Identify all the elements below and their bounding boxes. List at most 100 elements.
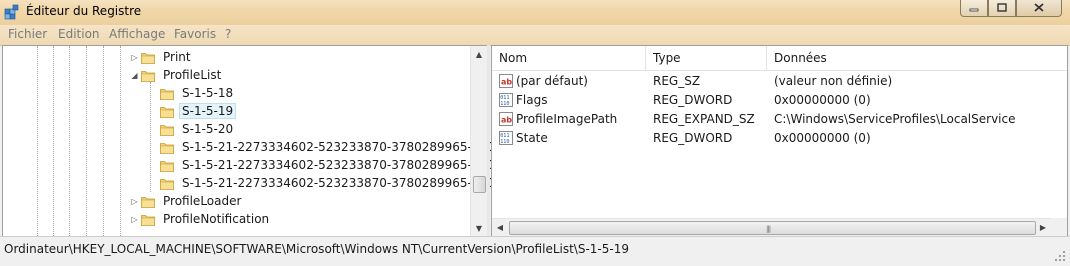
folder-icon	[160, 105, 174, 118]
value-row[interactable]: 011 110 Flags REG_DWORD 0x00000000 (0)	[492, 91, 1052, 110]
folder-icon	[141, 195, 155, 208]
value-data: (valeur non définie)	[774, 74, 893, 88]
svg-text:110: 110	[500, 101, 509, 107]
column-header-data[interactable]: Données	[767, 46, 1057, 70]
tree-item-label: S-1-5-20	[182, 122, 234, 136]
scroll-left-icon[interactable]: ◀	[492, 219, 508, 236]
scroll-up-icon[interactable]: ▲	[471, 46, 487, 62]
window-title: Éditeur du Registre	[26, 4, 142, 18]
tree-guide-line	[103, 46, 104, 236]
value-data: 0x00000000 (0)	[774, 93, 871, 107]
close-button[interactable]	[1016, 0, 1062, 17]
scroll-right-icon[interactable]: ▶	[1035, 219, 1051, 236]
folder-icon	[160, 141, 174, 154]
value-name: (par défaut)	[516, 74, 588, 88]
tree-guide-line	[53, 46, 54, 236]
collapse-arrow-icon[interactable]: ◢	[130, 71, 139, 80]
title-bar: Éditeur du Registre	[0, 0, 1070, 25]
folder-icon	[141, 213, 155, 226]
expand-arrow-icon[interactable]: ▷	[130, 53, 139, 62]
scroll-thumb[interactable]: |||	[509, 221, 1036, 235]
registry-editor-icon	[4, 4, 19, 20]
pane-splitter[interactable]	[487, 45, 490, 237]
menu-fichier[interactable]: Fichier	[8, 27, 47, 41]
binary-value-icon: 011110	[499, 93, 513, 107]
tree-item-s-1-5-18[interactable]: S-1-5-18	[160, 84, 235, 102]
svg-text:ab: ab	[501, 78, 512, 87]
tree-guide-line	[120, 46, 121, 236]
value-name: ProfileImagePath	[516, 112, 618, 126]
maximize-icon	[997, 3, 1007, 12]
tree-item-profilenotification[interactable]: ProfileNotification	[141, 210, 271, 228]
current-key-path: Ordinateur\HKEY_LOCAL_MACHINE\SOFTWARE\M…	[4, 242, 629, 256]
tree-item-label: ProfileList	[163, 68, 222, 82]
folder-icon	[160, 177, 174, 190]
value-row[interactable]: ab ProfileImagePath REG_EXPAND_SZ C:\Window…	[492, 110, 1052, 129]
minimize-button[interactable]	[960, 0, 988, 17]
value-row[interactable]: 011 110 State REG_DWORD 0x00000000 (0)	[492, 129, 1052, 148]
tree-vertical-scrollbar[interactable]: ▲ ▼	[470, 46, 487, 236]
tree-item-label: ProfileLoader	[163, 194, 242, 208]
values-pane[interactable]: Nom Type Données ab (par défaut) REG_SZ (va…	[491, 45, 1068, 237]
string-value-icon: ab	[499, 112, 513, 126]
folder-icon	[141, 69, 155, 82]
scroll-down-icon[interactable]: ▼	[471, 220, 487, 236]
folder-icon	[160, 87, 174, 100]
tree-item-label: S-1-5-19	[178, 103, 237, 119]
svg-text:110: 110	[500, 139, 509, 145]
expand-arrow-icon[interactable]: ▷	[130, 215, 139, 224]
tree-item-label: S-1-5-18	[182, 86, 234, 100]
window-controls	[960, 0, 1062, 19]
column-header-name[interactable]: Nom	[492, 46, 645, 70]
grip-icon: |||	[766, 225, 771, 233]
tree-guide-line	[86, 46, 87, 236]
tree-item-s-1-5-21-2273334602-523233870-3780289965-1002[interactable]: S-1-5-21-2273334602-523233870-3780289965…	[160, 174, 504, 192]
minimize-icon	[969, 8, 979, 11]
values-horizontal-scrollbar[interactable]: ◀ ||| ▶	[492, 218, 1051, 236]
value-type: REG_DWORD	[653, 131, 733, 145]
scroll-thumb[interactable]	[473, 176, 486, 193]
scrollbar-corner	[1051, 218, 1067, 236]
menu-favoris[interactable]: Favoris	[174, 27, 216, 41]
menu-help[interactable]: ?	[225, 27, 231, 41]
maximize-button[interactable]	[988, 0, 1016, 17]
tree-item-label: S-1-5-21-2273334602-523233870-3780289965…	[182, 140, 503, 154]
tree-pane[interactable]: ▷ Print ◢ ProfileList S-1-5-18 S-1-5-19 S-1-5-…	[2, 45, 502, 237]
folder-icon	[141, 51, 155, 64]
tree-item-s-1-5-21-2273334602-523233870-3780289965-1001[interactable]: S-1-5-21-2273334602-523233870-3780289965…	[160, 156, 504, 174]
menu-affichage[interactable]: Affichage	[109, 27, 165, 41]
tree-guide-line	[69, 46, 70, 236]
tree-guide-line	[37, 46, 38, 236]
menu-edition[interactable]: Edition	[58, 27, 100, 41]
column-header-type[interactable]: Type	[646, 46, 766, 70]
tree-item-label: Print	[163, 50, 191, 64]
expand-arrow-icon[interactable]: ▷	[130, 197, 139, 206]
value-type: REG_SZ	[653, 74, 701, 88]
tree-item-label: S-1-5-21-2273334602-523233870-3780289965…	[182, 176, 503, 190]
binary-value-icon: 011110	[499, 131, 513, 145]
value-row[interactable]: ab (par défaut) REG_SZ (valeur non définie)	[492, 72, 1052, 91]
menu-bar: Fichier Edition Affichage Favoris ?	[0, 25, 1070, 46]
folder-icon	[160, 159, 174, 172]
value-data: C:\Windows\ServiceProfiles\LocalService	[774, 112, 1016, 126]
tree-item-label: ProfileNotification	[163, 212, 270, 226]
string-value-icon: ab	[499, 74, 513, 88]
tree-item-s-1-5-19[interactable]: S-1-5-19	[160, 102, 237, 120]
tree-item-profileloader[interactable]: ProfileLoader	[141, 192, 243, 210]
value-name: State	[516, 131, 548, 145]
value-type: REG_EXPAND_SZ	[653, 112, 755, 126]
value-name: Flags	[516, 93, 548, 107]
tree-item-print[interactable]: Print	[141, 48, 193, 66]
tree-guide-line	[150, 82, 151, 192]
tree-item-s-1-5-20[interactable]: S-1-5-20	[160, 120, 235, 138]
close-icon	[1034, 3, 1044, 12]
tree-item-s-1-5-21-2273334602-523233870-3780289965-1000[interactable]: S-1-5-21-2273334602-523233870-3780289965…	[160, 138, 504, 156]
folder-icon	[160, 123, 174, 136]
tree-item-profilelist[interactable]: ProfileList	[141, 66, 223, 84]
list-header: Nom Type Données	[492, 46, 1067, 71]
value-data: 0x00000000 (0)	[774, 131, 871, 145]
status-bar: Ordinateur\HKEY_LOCAL_MACHINE\SOFTWARE\M…	[0, 236, 1070, 266]
svg-text:ab: ab	[501, 116, 512, 125]
value-type: REG_DWORD	[653, 93, 733, 107]
resize-grip-icon[interactable]	[1054, 250, 1066, 262]
